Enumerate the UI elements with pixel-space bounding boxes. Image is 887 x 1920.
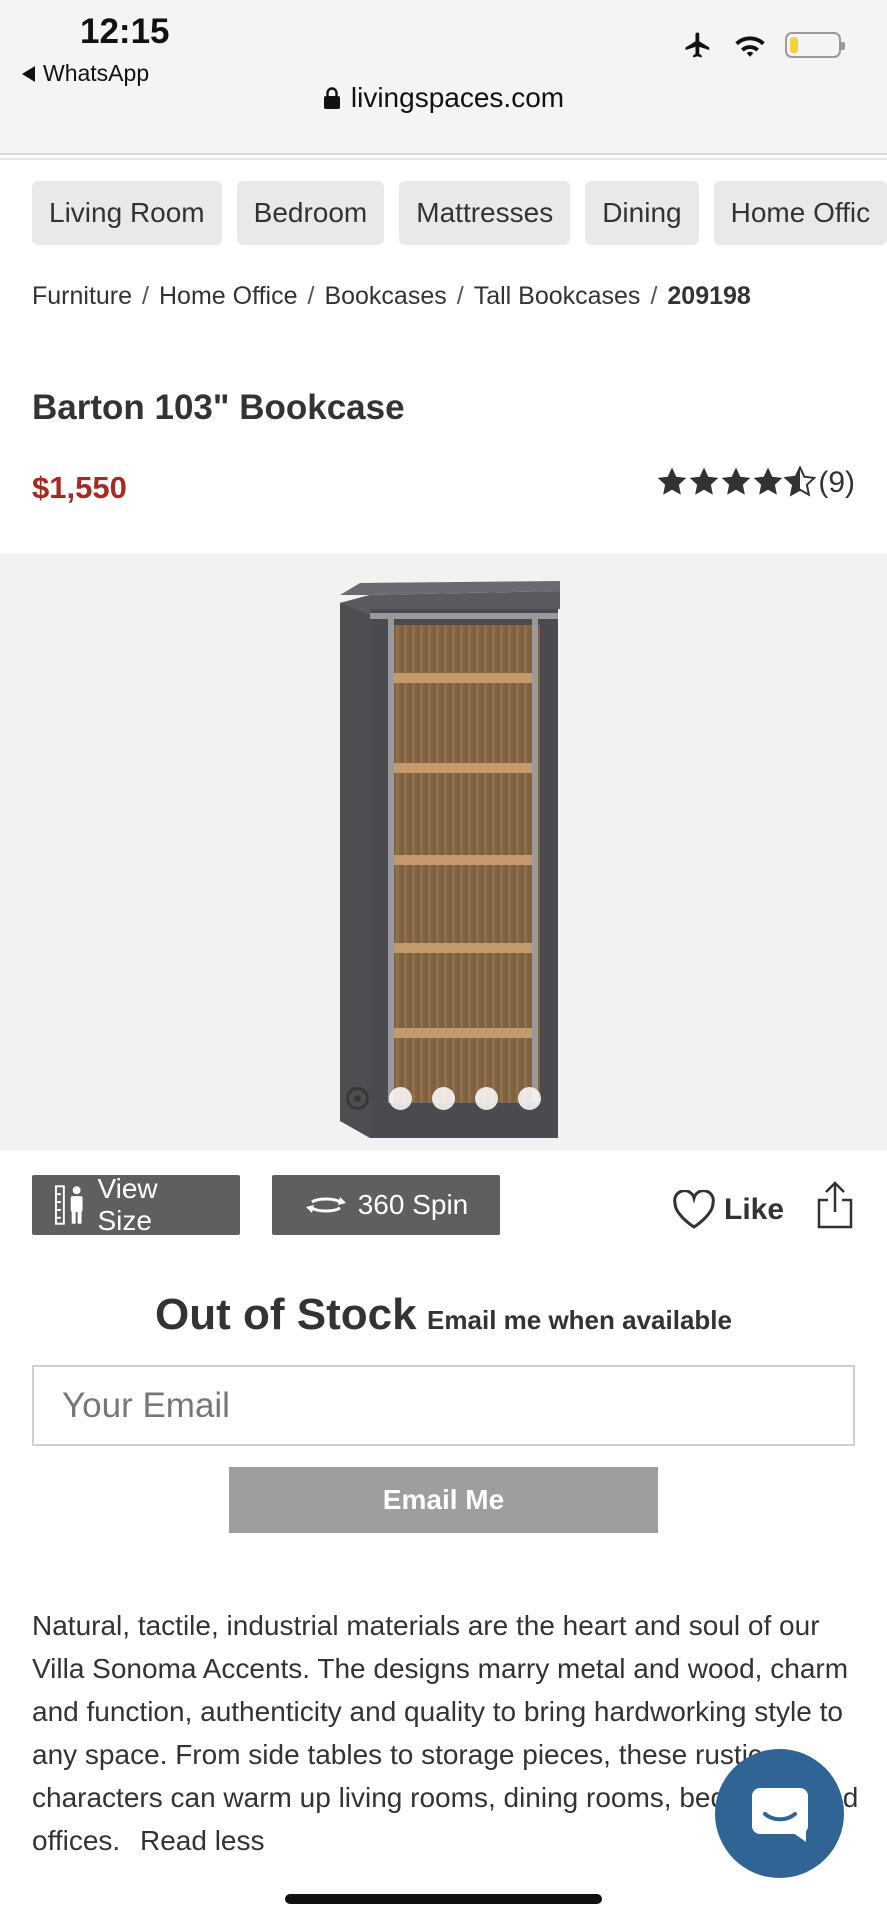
chat-button[interactable] <box>715 1749 844 1878</box>
out-of-stock-label: Out of Stock <box>155 1290 417 1339</box>
breadcrumb-separator: / <box>142 282 149 310</box>
email-field[interactable] <box>32 1365 855 1446</box>
wifi-icon <box>735 36 765 57</box>
stock-status: Out of Stock Email me when available <box>0 1290 887 1340</box>
breadcrumb: Furniture / Home Office / Bookcases / Ta… <box>32 282 751 311</box>
image-carousel-dots <box>346 1087 541 1110</box>
breadcrumb-separator: / <box>307 282 315 310</box>
read-less-link[interactable]: Read less <box>140 1825 265 1856</box>
360-spin-button[interactable]: 360 Spin <box>272 1175 500 1235</box>
product-title: Barton 103" Bookcase <box>32 388 405 427</box>
battery-icon <box>785 32 845 58</box>
carousel-dot[interactable] <box>475 1087 498 1110</box>
product-price: $1,550 <box>32 470 127 505</box>
url-bar[interactable]: livingspaces.com <box>0 82 887 114</box>
like-label: Like <box>724 1193 785 1226</box>
category-bedroom[interactable]: Bedroom <box>236 181 385 245</box>
like-button[interactable]: Like <box>672 1190 784 1230</box>
spin-label: 360 Spin <box>357 1189 469 1220</box>
view-size-label: View Size <box>97 1173 158 1236</box>
breadcrumb-furniture[interactable]: Furniture <box>32 282 132 311</box>
email-notify-label: Email me when available <box>427 1305 732 1335</box>
category-dining[interactable]: Dining <box>585 181 699 245</box>
breadcrumb-tall-bookcases[interactable]: Tall Bookcases <box>474 282 641 311</box>
divider <box>0 158 887 160</box>
breadcrumb-separator: / <box>456 282 464 310</box>
carousel-dot-active[interactable] <box>346 1087 369 1110</box>
rating-count: (9) <box>818 466 855 499</box>
carousel-dot[interactable] <box>518 1087 541 1110</box>
bookcase-product-image <box>340 581 560 1138</box>
category-living-room[interactable]: Living Room <box>32 181 222 245</box>
heart-icon <box>673 1190 715 1229</box>
status-bar: 12:15 WhatsApp livingspaces.com <box>0 0 887 155</box>
airplane-icon <box>685 32 710 58</box>
url-text: livingspaces.com <box>350 82 565 113</box>
breadcrumb-bookcases[interactable]: Bookcases <box>324 282 446 311</box>
back-triangle-icon <box>22 65 35 82</box>
system-icons <box>681 30 845 60</box>
share-icon[interactable] <box>815 1180 855 1230</box>
product-image-gallery[interactable] <box>0 553 887 1151</box>
star-rating-icon <box>658 466 816 496</box>
lock-icon <box>323 87 340 109</box>
breadcrumb-home-office[interactable]: Home Office <box>159 282 297 311</box>
category-home-office[interactable]: Home Offic <box>713 181 887 245</box>
view-size-button[interactable]: View Size <box>32 1173 240 1236</box>
rotate-360-icon <box>305 1197 346 1213</box>
category-mattresses[interactable]: Mattresses <box>399 181 571 245</box>
breadcrumb-separator: / <box>650 282 658 310</box>
product-rating[interactable]: (9) <box>656 466 855 500</box>
email-me-button[interactable]: Email Me <box>229 1467 658 1533</box>
status-time: 12:15 <box>80 12 170 51</box>
breadcrumb-current-sku: 209198 <box>667 282 751 310</box>
carousel-dot[interactable] <box>389 1087 412 1110</box>
home-indicator <box>285 1894 602 1904</box>
carousel-dot[interactable] <box>432 1087 455 1110</box>
category-nav: Living Room Bedroom Mattresses Dining Ho… <box>32 181 887 245</box>
person-ruler-icon <box>54 1185 83 1225</box>
chat-icon <box>751 1787 808 1842</box>
